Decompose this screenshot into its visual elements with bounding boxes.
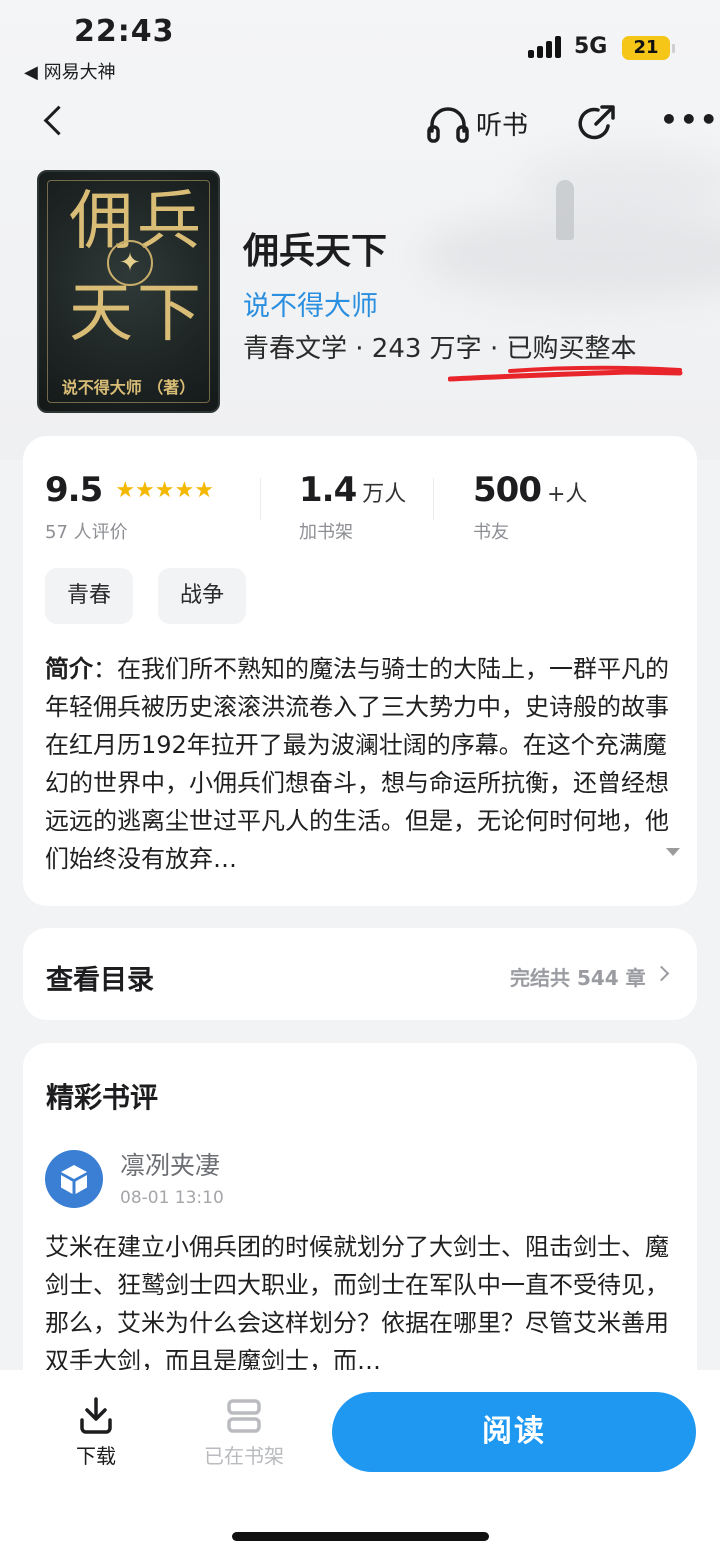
friends-stat[interactable]: 500 +人 书友 xyxy=(473,470,587,544)
cube-icon xyxy=(61,1165,87,1194)
friends-unit: +人 xyxy=(546,482,588,507)
background-figure xyxy=(556,180,574,240)
shelf-label: 加书架 xyxy=(299,522,353,543)
download-label: 下载 xyxy=(76,1444,116,1468)
tag-chip[interactable]: 青春 xyxy=(45,568,134,624)
listen-label: 听书 xyxy=(476,110,529,141)
back-to-app-link[interactable]: ◀ 网易大神 xyxy=(24,58,116,84)
download-button[interactable]: 下载 xyxy=(70,1396,122,1469)
shelf-count: 1.4 xyxy=(299,470,357,510)
expand-triangle-icon[interactable] xyxy=(666,848,680,856)
bookshelf-icon xyxy=(227,1399,261,1433)
intro-label: 简介 xyxy=(45,655,93,683)
battery-icon: 21 xyxy=(622,36,675,60)
share-button[interactable] xyxy=(578,102,618,144)
reviewer-name[interactable]: 凛冽夹凄 xyxy=(120,1146,220,1182)
shelf-stat: 1.4 万人 加书架 xyxy=(299,470,406,544)
tag-chip[interactable]: 战争 xyxy=(158,568,247,624)
book-meta: 青春文学 · 243 万字 · 已购买整本 xyxy=(243,334,637,364)
book-title: 佣兵天下 xyxy=(243,231,388,272)
on-shelf-label: 已在书架 xyxy=(204,1444,284,1468)
divider xyxy=(260,478,261,520)
toc-chapter-count: 完结共 544 章 xyxy=(510,966,646,990)
book-cover[interactable]: 佣兵 天下 说不得大师 （著） xyxy=(37,170,220,413)
friends-label: 书友 xyxy=(473,522,509,543)
home-indicator[interactable] xyxy=(232,1532,489,1541)
intro-body: ：在我们所不熟知的魔法与骑士的大陆上，一群平凡的年轻佣兵被历史滚滚洪流卷入了三大… xyxy=(45,655,669,873)
headphones-icon xyxy=(427,107,469,143)
rating-count: 57 人评价 xyxy=(45,522,128,543)
network-type: 5G xyxy=(574,34,608,59)
review-text[interactable]: 艾米在建立小佣兵团的时候就划分了大剑士、阻击剑士、魔剑士、狂鹫剑士四大职业，而剑… xyxy=(45,1228,677,1380)
cover-title-line2: 天下 xyxy=(69,277,205,351)
back-button[interactable] xyxy=(38,102,72,142)
divider xyxy=(433,478,434,520)
listen-button[interactable]: 听书 xyxy=(426,100,536,146)
review-time: 08-01 13:10 xyxy=(120,1188,224,1208)
status-time: 22:43 xyxy=(74,14,175,49)
star-rating-icon: ★★★★★ xyxy=(115,478,214,503)
rating-stat[interactable]: 9.5 ★★★★★ 57 人评价 xyxy=(45,470,214,544)
avatar[interactable] xyxy=(45,1150,103,1208)
share-icon xyxy=(578,105,615,140)
rating-value: 9.5 xyxy=(45,470,103,510)
author-link[interactable]: 说不得大师 xyxy=(243,284,378,323)
friends-count: 500 xyxy=(473,470,542,510)
on-shelf-button[interactable]: 已在书架 xyxy=(196,1396,292,1469)
download-icon xyxy=(80,1397,112,1434)
shelf-unit: 万人 xyxy=(362,482,407,507)
toc-title: 查看目录 xyxy=(46,965,154,996)
red-underline-annotation xyxy=(448,365,683,382)
read-button[interactable]: 阅读 xyxy=(332,1392,696,1472)
signal-icon xyxy=(528,36,564,58)
intro-text[interactable]: 简介：在我们所不熟知的魔法与骑士的大陆上，一群平凡的年轻佣兵被历史滚滚洪流卷入了… xyxy=(45,650,677,878)
review-section-title: 精彩书评 xyxy=(46,1081,159,1114)
more-options-icon[interactable]: ••• xyxy=(660,106,718,136)
cover-author: 说不得大师 （著） xyxy=(61,378,196,397)
mist-decoration xyxy=(520,150,720,220)
